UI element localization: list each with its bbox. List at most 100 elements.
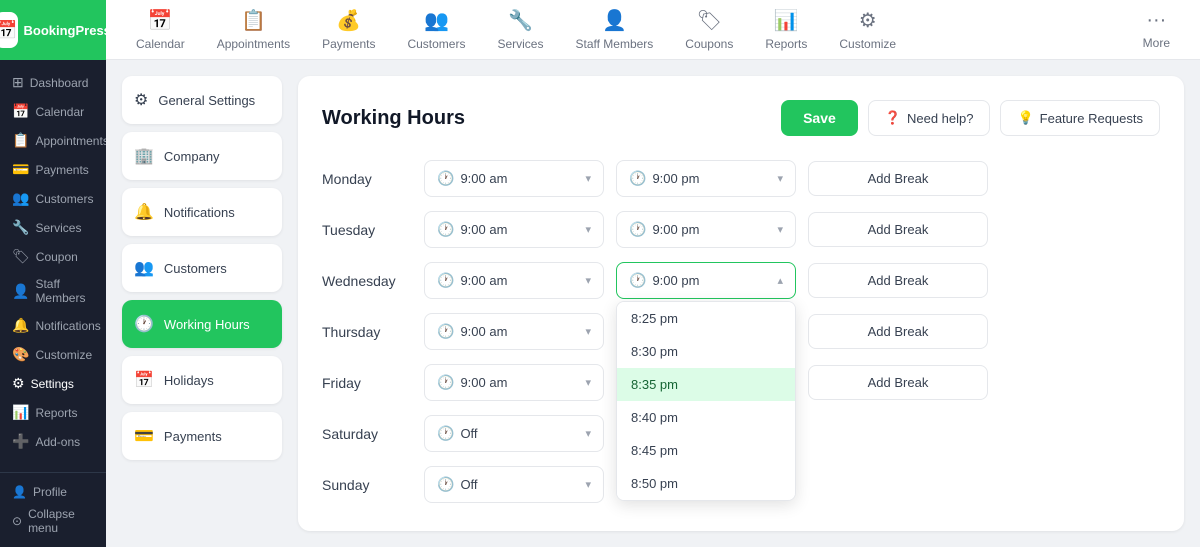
save-button[interactable]: Save [781,100,858,136]
end-time-monday[interactable]: 🕐9:00 pm▾ [616,160,796,197]
sidebar-item-label: Coupon [36,250,78,264]
topnav-item-label: Customize [839,37,896,51]
sidebar-profile-item[interactable]: 👤 Profile [12,481,94,503]
topnav-item-staff-members[interactable]: 👤Staff Members [561,0,667,59]
sidebar-item-label: Payments [35,163,88,177]
end-time-wrapper-tuesday: 🕐9:00 pm▾ [616,211,796,248]
sidebar-item-label: Staff Members [35,277,94,305]
start-time-thursday[interactable]: 🕐9:00 am▾ [424,313,604,350]
end-time-tuesday[interactable]: 🕐9:00 pm▾ [616,211,796,248]
sidebar-logo[interactable]: 📅 BookingPress [0,0,106,60]
start-time-value: 9:00 am [460,171,507,186]
topnav-item-services[interactable]: 🔧Services [483,0,557,59]
topnav-item-payments[interactable]: 💰Payments [308,0,389,59]
clock-icon: 🕐 [437,221,454,238]
clock-icon: 🕐 [629,272,646,289]
topnav-item-more[interactable]: ···More [1129,1,1184,58]
start-time-monday[interactable]: 🕐9:00 am▾ [424,160,604,197]
day-row-wednesday: Wednesday🕐9:00 am▾🕐9:00 pm▴8:25 pm8:30 p… [322,262,1160,299]
clock-icon: 🕐 [437,170,454,187]
calendar-icon: 📅 [12,103,29,120]
sidebar-item-add-ons[interactable]: ➕Add-ons [0,427,106,456]
collapse-label: Collapse menu [28,507,94,535]
staff-members-icon: 👤 [12,283,29,300]
dropdown-item-8:55pm[interactable]: 8:55 pm [617,500,795,501]
sidebar-item-customize[interactable]: 🎨Customize [0,340,106,369]
topnav-item-reports[interactable]: 📊Reports [751,0,821,59]
working-hours-panel-icon: 🕐 [134,314,154,334]
dropdown-item-8:45pm[interactable]: 8:45 pm [617,434,795,467]
start-time-wednesday[interactable]: 🕐9:00 am▾ [424,262,604,299]
company-panel-icon: 🏢 [134,146,154,166]
feature-requests-button[interactable]: 💡 Feature Requests [1000,100,1160,136]
day-label-tuesday: Tuesday [322,222,412,238]
services-icon: 🔧 [12,219,29,236]
chevron-icon: ▾ [777,223,783,236]
working-hours-content: Working Hours Save ❓ Need help? 💡 Featur… [298,76,1184,531]
sidebar-item-label: Customize [35,348,92,362]
day-row-tuesday: Tuesday 🕐9:00 am▾ 🕐9:00 pm▾ Add Break [322,211,1160,248]
dropdown-item-8:30pm[interactable]: 8:30 pm [617,335,795,368]
start-time-value: 9:00 am [460,324,507,339]
settings-panel-item-general-settings[interactable]: ⚙General Settings [122,76,282,124]
sidebar-item-coupon[interactable]: 🏷Coupon [0,242,106,271]
need-help-button[interactable]: ❓ Need help? [868,100,991,136]
start-time-saturday[interactable]: 🕐Off▾ [424,415,604,452]
day-label-thursday: Thursday [322,324,412,340]
sidebar-item-reports[interactable]: 📊Reports [0,398,106,427]
sidebar-item-appointments[interactable]: 📋Appointments [0,126,106,155]
chevron-down-icon: ▾ [585,478,591,491]
sidebar-item-customers[interactable]: 👥Customers [0,184,106,213]
sidebar-item-payments[interactable]: 💳Payments [0,155,106,184]
chevron-down-icon: ▾ [585,325,591,338]
top-navigation: 📅Calendar📋Appointments💰Payments👥Customer… [106,0,1200,60]
add-break-monday[interactable]: Add Break [808,161,988,196]
sidebar-collapse-item[interactable]: ⊙ Collapse menu [12,503,94,539]
time-dropdown-wednesday[interactable]: 8:25 pm8:30 pm8:35 pm8:40 pm8:45 pm8:50 … [616,301,796,501]
topnav-item-customers[interactable]: 👥Customers [393,0,479,59]
topnav-item-calendar[interactable]: 📅Calendar [122,0,199,59]
sidebar-item-notifications[interactable]: 🔔Notifications [0,311,106,340]
dropdown-item-8:25pm[interactable]: 8:25 pm [617,302,795,335]
sidebar: 📅 BookingPress ⊞Dashboard📅Calendar📋Appoi… [0,0,106,547]
start-time-value: Off [460,477,477,492]
dropdown-item-8:40pm[interactable]: 8:40 pm [617,401,795,434]
chevron-down-icon: ▾ [585,376,591,389]
sidebar-item-calendar[interactable]: 📅Calendar [0,97,106,126]
sidebar-item-services[interactable]: 🔧Services [0,213,106,242]
dropdown-item-8:50pm[interactable]: 8:50 pm [617,467,795,500]
reports-icon: 📊 [12,404,29,421]
end-time-wednesday[interactable]: 🕐9:00 pm▴ [616,262,796,299]
start-time-friday[interactable]: 🕐9:00 am▾ [424,364,604,401]
topnav-item-label: Staff Members [575,37,653,51]
topnav-item-appointments[interactable]: 📋Appointments [203,0,304,59]
topnav-item-label: Payments [322,37,375,51]
sidebar-nav: ⊞Dashboard📅Calendar📋Appointments💳Payment… [0,60,106,472]
start-time-tuesday[interactable]: 🕐9:00 am▾ [424,211,604,248]
add-break-friday[interactable]: Add Break [808,365,988,400]
dropdown-item-8:35pm[interactable]: 8:35 pm [617,368,795,401]
coupons-topnav-icon: 🏷 [697,8,722,33]
profile-icon: 👤 [12,485,27,499]
start-time-sunday[interactable]: 🕐Off▾ [424,466,604,503]
sidebar-item-staff-members[interactable]: 👤 Staff Members [0,271,106,311]
topnav-item-coupons[interactable]: 🏷Coupons [671,0,747,59]
add-break-tuesday[interactable]: Add Break [808,212,988,247]
sidebar-item-dashboard[interactable]: ⊞Dashboard [0,68,106,97]
settings-panel-item-holidays[interactable]: 📅Holidays [122,356,282,404]
add-break-thursday[interactable]: Add Break [808,314,988,349]
chevron-icon: ▴ [777,274,783,287]
days-container: Monday🕐9:00 am▾🕐9:00 pm▾Add BreakTuesday… [322,160,1160,503]
settings-panel-item-customers[interactable]: 👥Customers [122,244,282,292]
settings-panel-item-notifications[interactable]: 🔔Notifications [122,188,282,236]
settings-panel-item-payments[interactable]: 💳Payments [122,412,282,460]
collapse-icon: ⊙ [12,514,22,528]
sidebar-item-label: Dashboard [30,76,89,90]
sidebar-item-settings[interactable]: ⚙Settings [0,369,106,398]
settings-panel-item-company[interactable]: 🏢Company [122,132,282,180]
topnav-item-customize[interactable]: ⚙Customize [825,0,910,59]
feature-icon: 💡 [1017,110,1033,126]
add-break-wednesday[interactable]: Add Break [808,263,988,298]
settings-panel-item-working-hours[interactable]: 🕐Working Hours [122,300,282,348]
chevron-down-icon: ▾ [585,274,591,287]
